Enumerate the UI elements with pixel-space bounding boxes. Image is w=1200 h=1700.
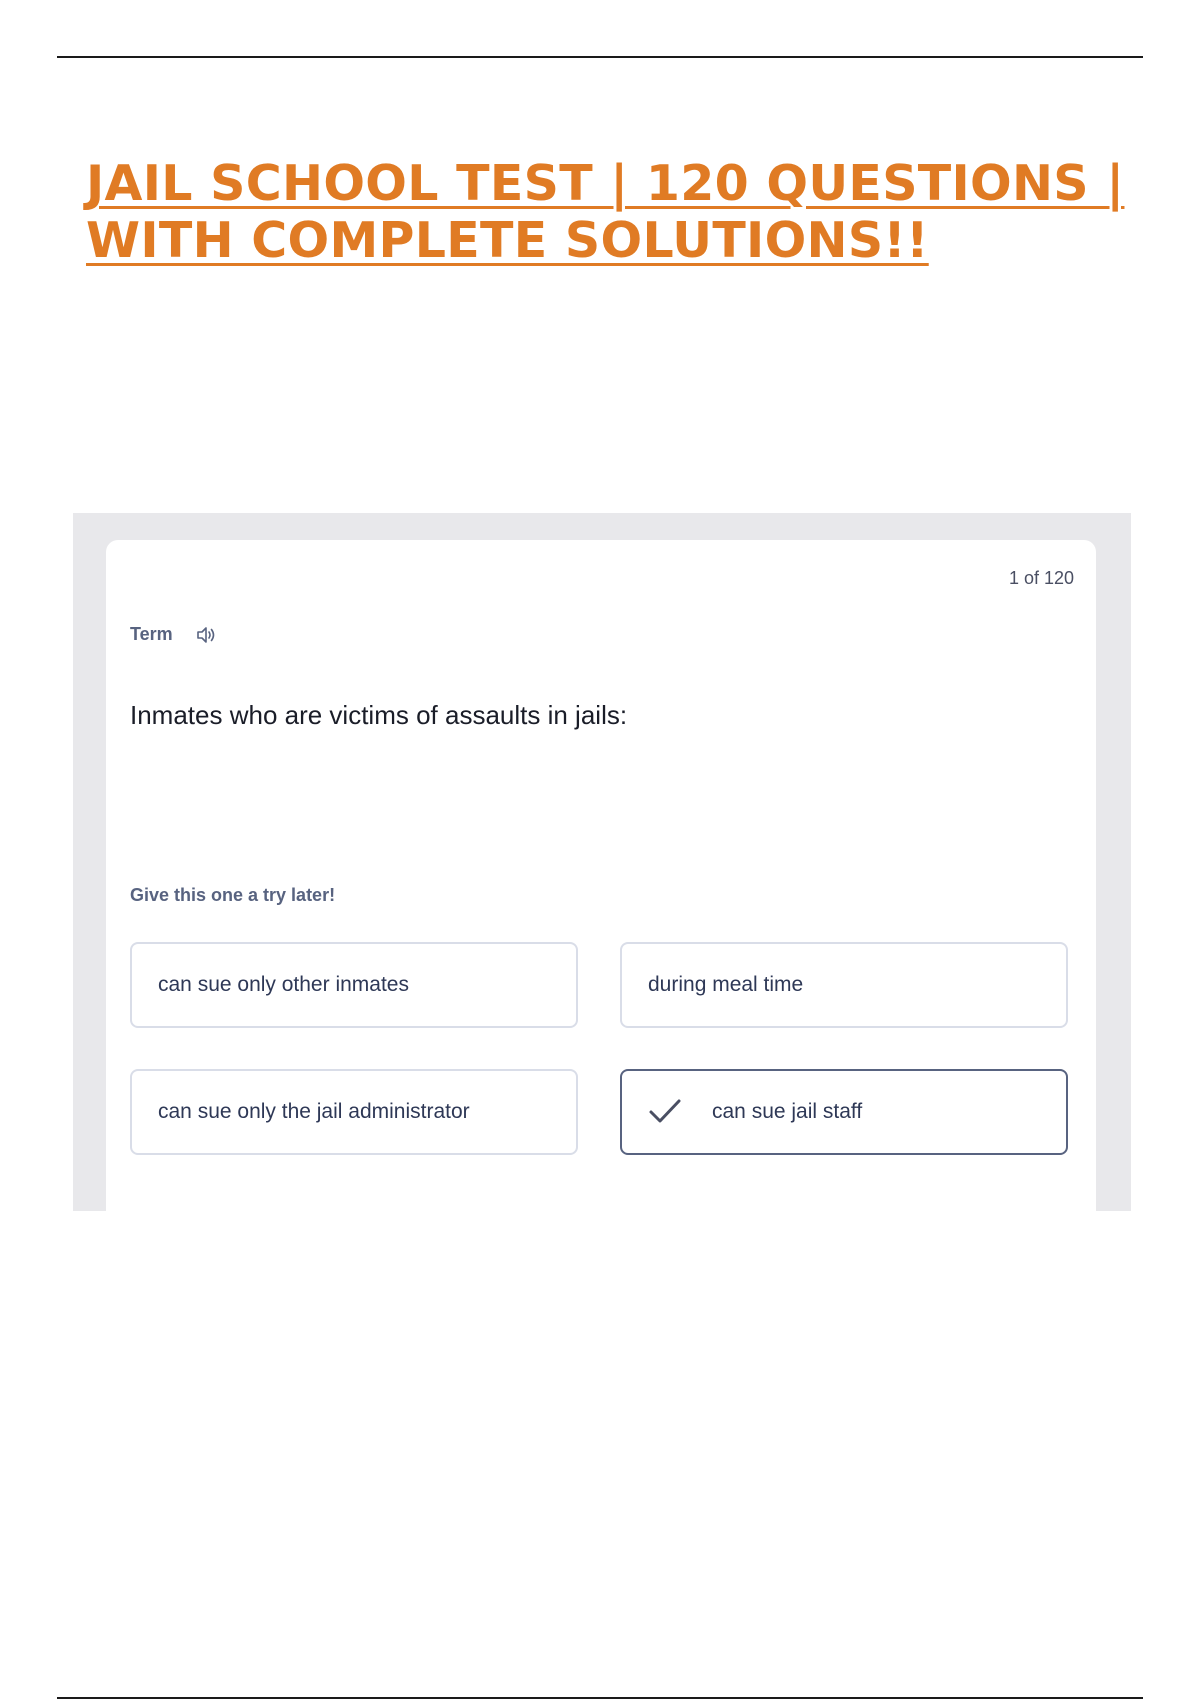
flashcard: 1 of 120 Term Inmates who are victims of… [106, 540, 1096, 1211]
bottom-rule [57, 1697, 1143, 1699]
term-label: Term [130, 624, 173, 644]
answer-option-label: can sue only the jail administrator [158, 1100, 470, 1123]
answer-option-3[interactable]: can sue only the jail administrator [130, 1069, 578, 1155]
term-header: Term [130, 624, 217, 645]
document-title: JAIL SCHOOL TEST | 120 QUESTIONS | WITH … [86, 155, 1146, 269]
card-counter: 1 of 120 [1008, 568, 1074, 588]
answer-option-label: during meal time [648, 973, 804, 996]
answer-option-2[interactable]: during meal time [620, 942, 1068, 1028]
top-rule [57, 56, 1143, 58]
speaker-icon[interactable] [195, 625, 217, 645]
question-text: Inmates who are victims of assaults in j… [130, 700, 628, 730]
answer-option-4-correct[interactable]: can sue jail staff [620, 1069, 1068, 1155]
answer-option-label: can sue only other inmates [158, 973, 409, 996]
checkmark-icon [649, 1099, 681, 1123]
answer-option-1[interactable]: can sue only other inmates [130, 942, 578, 1028]
hint-text: Give this one a try later! [130, 885, 336, 905]
title-line-1: JAIL SCHOOL TEST | 120 QUESTIONS | [86, 155, 1125, 212]
flashcard-screenshot: 1 of 120 Term Inmates who are victims of… [73, 513, 1131, 1211]
title-line-2: WITH COMPLETE SOLUTIONS!! [86, 212, 929, 269]
answer-option-label: can sue jail staff [712, 1100, 863, 1123]
